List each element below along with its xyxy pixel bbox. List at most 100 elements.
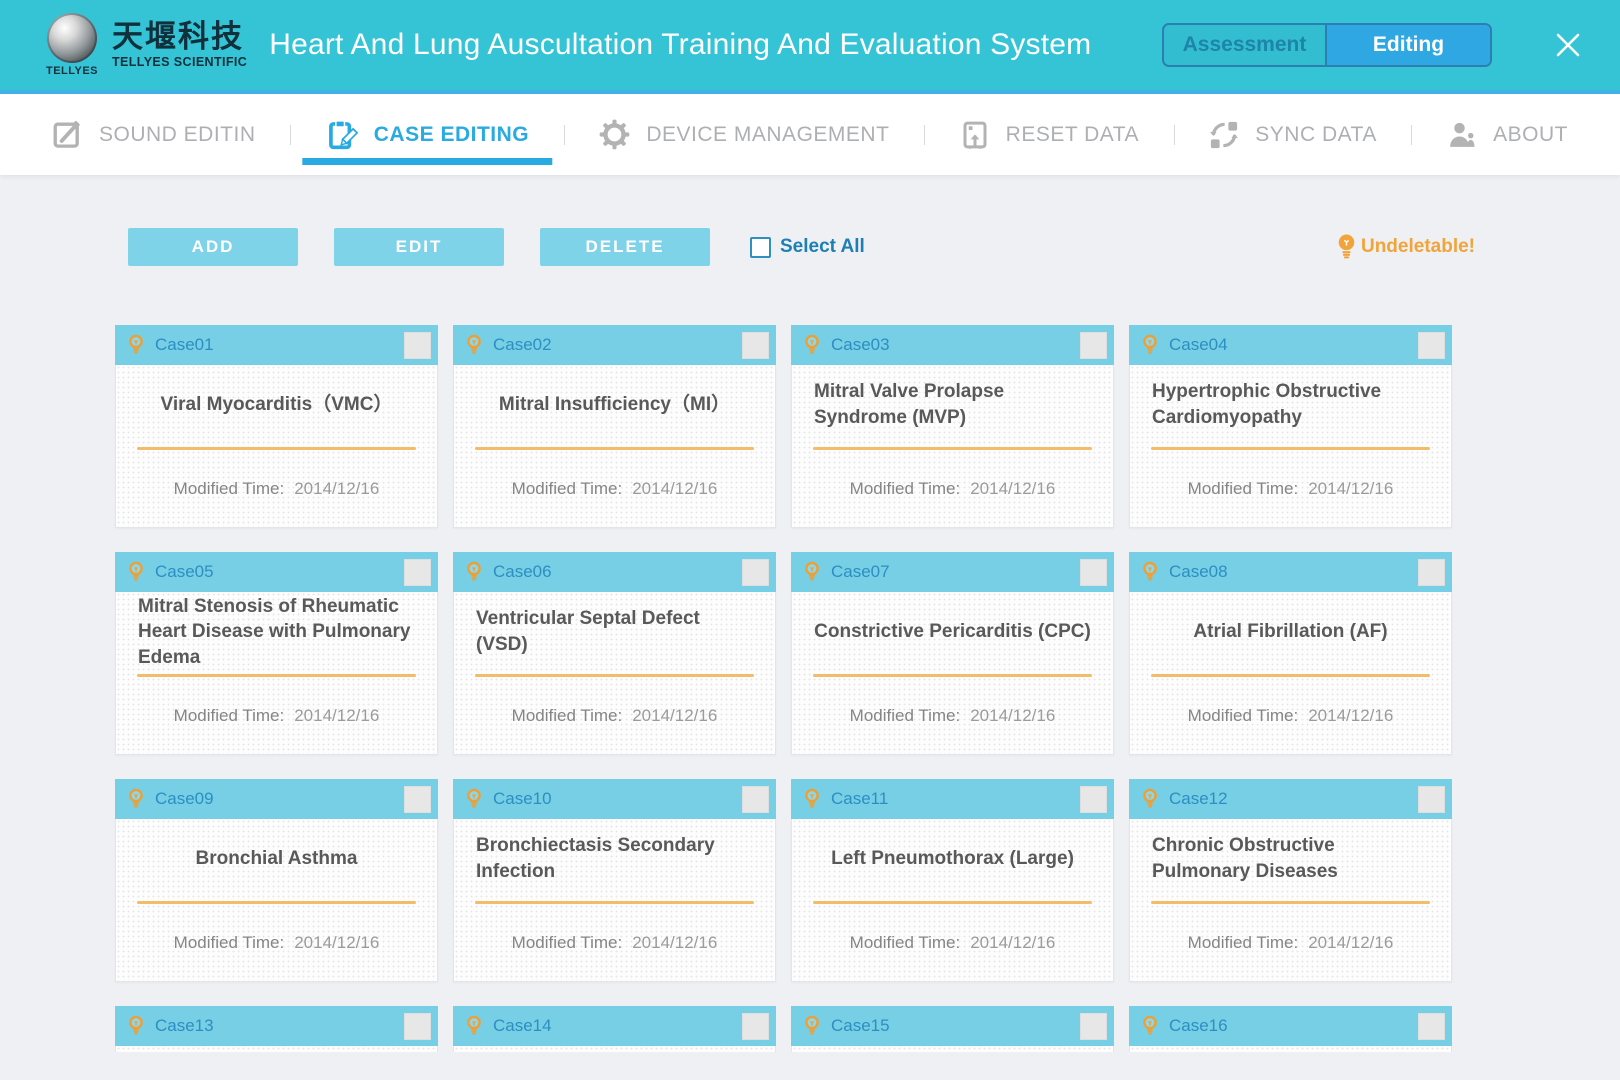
lightbulb-icon — [128, 788, 144, 811]
case-title: Hypertrophic Obstructive Cardiomyopathy — [1152, 379, 1429, 430]
case-card[interactable]: Case09 Bronchial Asthma Modified Time: 2… — [115, 779, 438, 982]
nav-sound-editing[interactable]: SOUND EDITIN — [48, 94, 260, 175]
lightbulb-icon — [466, 334, 482, 357]
sync-arrows-icon — [1209, 120, 1239, 150]
case-checkbox[interactable] — [1080, 786, 1107, 813]
reset-device-icon — [960, 120, 990, 150]
case-card-header: Case16 — [1129, 1006, 1452, 1046]
case-card[interactable]: Case05 Mitral Stenosis of Rheumatic Hear… — [115, 552, 438, 755]
assessment-tab[interactable]: Assessment — [1164, 25, 1327, 65]
lightbulb-icon — [128, 561, 144, 584]
nav-about[interactable]: ABOUT — [1443, 94, 1572, 175]
case-id-label: Case07 — [831, 562, 890, 582]
nav-label: CASE EDITING — [374, 123, 529, 147]
case-checkbox[interactable] — [404, 786, 431, 813]
case-card-header: Case11 — [791, 779, 1114, 819]
case-card[interactable]: Case07 Constrictive Pericarditis (CPC) M… — [791, 552, 1114, 755]
select-all-control[interactable]: Select All — [750, 236, 865, 258]
actions-toolbar: ADD EDIT DELETE Select All Undeletable! — [128, 228, 1475, 266]
case-card-body: Hypertrophic Obstructive Cardiomyopathy … — [1129, 365, 1452, 528]
select-all-checkbox[interactable] — [750, 237, 771, 258]
case-card[interactable]: Case04 Hypertrophic Obstructive Cardiomy… — [1129, 325, 1452, 528]
case-card-header: Case03 — [791, 325, 1114, 365]
case-id-label: Case10 — [493, 789, 552, 809]
modified-time-value: 2014/12/16 — [632, 706, 717, 726]
nav-label: SYNC DATA — [1255, 123, 1377, 147]
lightbulb-icon — [804, 788, 820, 811]
case-title-zone — [116, 1046, 437, 1052]
case-title-zone: Ventricular Septal Defect (VSD) — [454, 592, 775, 672]
modified-time-label: Modified Time: — [850, 933, 961, 953]
case-card[interactable]: Case08 Atrial Fibrillation (AF) Modified… — [1129, 552, 1452, 755]
case-id-label: Case14 — [493, 1016, 552, 1036]
case-card[interactable]: Case12 Chronic Obstructive Pulmonary Dis… — [1129, 779, 1452, 982]
page-title: Heart And Lung Auscultation Training And… — [269, 28, 1091, 62]
case-card[interactable]: Case15 — [791, 1006, 1114, 1052]
case-checkbox[interactable] — [1080, 1013, 1107, 1040]
case-card[interactable]: Case13 — [115, 1006, 438, 1052]
lightbulb-icon — [804, 1015, 820, 1038]
case-checkbox[interactable] — [1080, 559, 1107, 586]
lightbulb-icon — [1142, 334, 1158, 357]
brand-text: 天堰科技 TELLYES SCIENTIFIC — [112, 21, 247, 70]
modified-time: Modified Time: 2014/12/16 — [792, 450, 1113, 527]
case-checkbox[interactable] — [1418, 786, 1445, 813]
case-card[interactable]: Case11 Left Pneumothorax (Large) Modifie… — [791, 779, 1114, 982]
case-title: Mitral Insufficiency（MI） — [499, 392, 730, 418]
case-checkbox[interactable] — [404, 332, 431, 359]
case-checkbox[interactable] — [1418, 1013, 1445, 1040]
modified-time-label: Modified Time: — [512, 706, 623, 726]
case-card-body — [115, 1046, 438, 1052]
case-checkbox[interactable] — [742, 559, 769, 586]
case-card-header: Case01 — [115, 325, 438, 365]
add-button[interactable]: ADD — [128, 228, 298, 266]
case-card-body: Viral Myocarditis（VMC） Modified Time: 20… — [115, 365, 438, 528]
case-id-label: Case03 — [831, 335, 890, 355]
case-title-zone: Mitral Valve Prolapse Syndrome (MVP) — [792, 365, 1113, 445]
modified-time: Modified Time: 2014/12/16 — [792, 904, 1113, 981]
case-checkbox[interactable] — [742, 332, 769, 359]
case-card-body — [453, 1046, 776, 1052]
case-id-label: Case04 — [1169, 335, 1228, 355]
edit-button[interactable]: EDIT — [334, 228, 504, 266]
nav-device-management[interactable]: DEVICE MANAGEMENT — [595, 94, 893, 175]
modified-time-value: 2014/12/16 — [970, 706, 1055, 726]
case-checkbox[interactable] — [1080, 332, 1107, 359]
case-card[interactable]: Case16 — [1129, 1006, 1452, 1052]
case-card-body: Mitral Stenosis of Rheumatic Heart Disea… — [115, 592, 438, 755]
case-checkbox[interactable] — [742, 786, 769, 813]
nav-reset-data[interactable]: RESET DATA — [956, 94, 1143, 175]
case-checkbox[interactable] — [742, 1013, 769, 1040]
case-id-label: Case13 — [155, 1016, 214, 1036]
case-card[interactable]: Case02 Mitral Insufficiency（MI） Modified… — [453, 325, 776, 528]
modified-time: Modified Time: 2014/12/16 — [1130, 450, 1451, 527]
modified-time-label: Modified Time: — [512, 933, 623, 953]
modified-time: Modified Time: 2014/12/16 — [116, 904, 437, 981]
case-card[interactable]: Case14 — [453, 1006, 776, 1052]
select-all-label: Select All — [780, 236, 865, 258]
brand-name-en: TELLYES SCIENTIFIC — [112, 56, 247, 69]
case-checkbox[interactable] — [1418, 332, 1445, 359]
case-card-header: Case12 — [1129, 779, 1452, 819]
case-card[interactable]: Case03 Mitral Valve Prolapse Syndrome (M… — [791, 325, 1114, 528]
tellyes-logo: TELLYES — [46, 13, 98, 77]
case-card-body: Mitral Valve Prolapse Syndrome (MVP) Mod… — [791, 365, 1114, 528]
case-card[interactable]: Case10 Bronchiectasis Secondary Infectio… — [453, 779, 776, 982]
close-button[interactable] — [1550, 27, 1586, 63]
brand: TELLYES 天堰科技 TELLYES SCIENTIFIC — [46, 13, 247, 77]
case-title-zone: Viral Myocarditis（VMC） — [116, 365, 437, 445]
delete-button[interactable]: DELETE — [540, 228, 710, 266]
case-card[interactable]: Case06 Ventricular Septal Defect (VSD) M… — [453, 552, 776, 755]
case-card[interactable]: Case01 Viral Myocarditis（VMC） Modified T… — [115, 325, 438, 528]
modified-time: Modified Time: 2014/12/16 — [454, 904, 775, 981]
nav-case-editing[interactable]: CASE EDITING — [322, 94, 533, 175]
case-checkbox[interactable] — [404, 559, 431, 586]
modified-time: Modified Time: 2014/12/16 — [116, 450, 437, 527]
nav-sync-data[interactable]: SYNC DATA — [1205, 94, 1381, 175]
case-checkbox[interactable] — [1418, 559, 1445, 586]
editing-tab[interactable]: Editing — [1327, 25, 1490, 65]
lightbulb-icon — [128, 334, 144, 357]
modified-time-value: 2014/12/16 — [970, 933, 1055, 953]
case-checkbox[interactable] — [404, 1013, 431, 1040]
nav-separator — [564, 125, 565, 145]
